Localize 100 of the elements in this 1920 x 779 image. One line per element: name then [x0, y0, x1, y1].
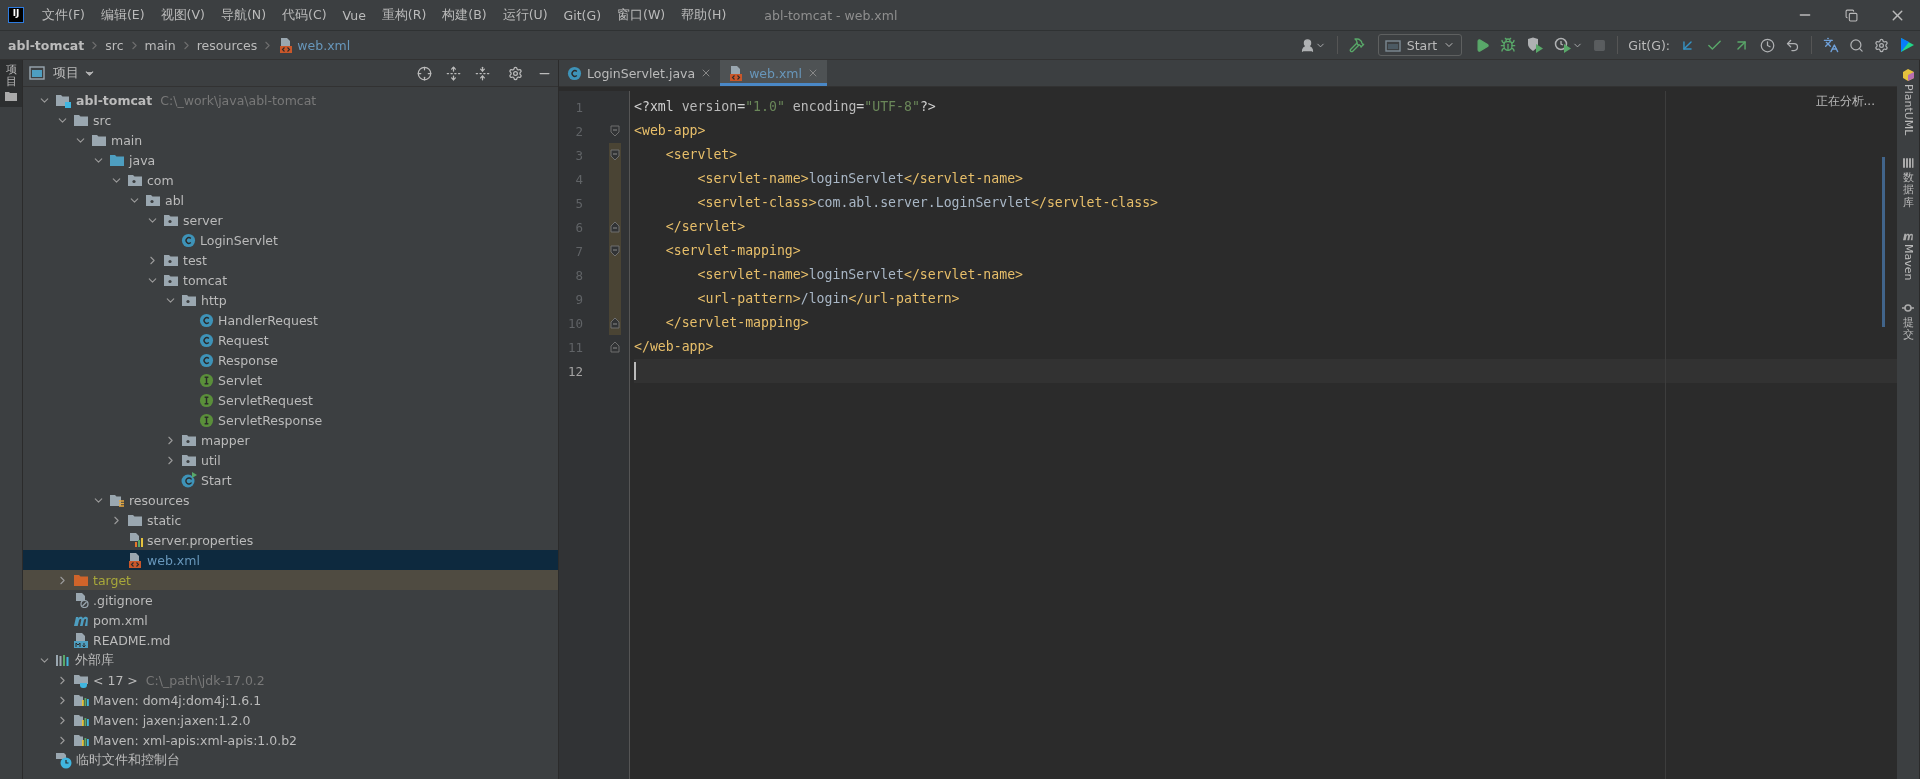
menu-item[interactable]: 编辑(E) — [92, 6, 153, 24]
package-icon — [181, 293, 197, 307]
tree-item[interactable]: Request — [23, 330, 558, 350]
tree-label: com — [147, 172, 174, 188]
fold-icon[interactable] — [610, 245, 620, 257]
tool-window-tab[interactable]: Maven — [1897, 222, 1919, 295]
breadcrumb-item[interactable]: web.xml — [278, 37, 351, 53]
scratch-icon — [55, 751, 72, 769]
breadcrumb-item[interactable]: src — [105, 37, 124, 53]
package-icon — [145, 193, 161, 207]
tree-item[interactable]: ServletRequest — [23, 390, 558, 410]
breadcrumb-item[interactable]: abl-tomcat — [8, 37, 85, 53]
tree-item[interactable]: java — [23, 150, 558, 170]
breadcrumb-item[interactable]: resources — [196, 37, 258, 53]
sdk-folder-icon — [73, 672, 89, 688]
tree-item[interactable]: Maven: jaxen:jaxen:1.2.0 — [23, 710, 558, 730]
tree-item[interactable]: mapper — [23, 430, 558, 450]
tree-item[interactable]: LoginServlet — [23, 230, 558, 250]
fold-end-icon[interactable] — [610, 317, 620, 329]
tool-window-tab[interactable]: 项目 — [0, 60, 22, 108]
tree-item[interactable]: resources — [23, 490, 558, 510]
run-config-dropdown[interactable]: Start — [1377, 34, 1463, 56]
tree-item[interactable]: 临时文件和控制台 — [23, 750, 558, 770]
tree-item[interactable]: test — [23, 250, 558, 270]
menu-item[interactable]: 视图(V) — [152, 6, 213, 24]
interface-icon — [199, 412, 214, 428]
tree-item[interactable]: abl-tomcat C:\_work\java\abl-tomcat — [23, 90, 558, 110]
tree-item[interactable]: .gitignore — [23, 590, 558, 610]
folder-icon — [91, 133, 107, 147]
menu-item[interactable]: 重构(R) — [373, 6, 435, 24]
tree-item[interactable]: util — [23, 450, 558, 470]
tree-label: mapper — [201, 432, 250, 448]
markdown-file-icon — [73, 632, 89, 648]
tree-item[interactable]: tomcat — [23, 270, 558, 290]
fold-icon[interactable] — [610, 125, 620, 137]
fold-end-icon[interactable] — [610, 221, 620, 233]
menu-item[interactable]: 代码(C) — [274, 6, 335, 24]
folder-icon — [73, 113, 89, 127]
tree-item[interactable]: 外部库 — [23, 650, 558, 670]
class-icon — [199, 352, 214, 368]
breadcrumb-item[interactable]: main — [144, 37, 176, 53]
code-line: </servlet> — [664, 218, 746, 236]
tree-item[interactable]: http — [23, 290, 558, 310]
tree-item[interactable]: Maven: dom4j:dom4j:1.6.1 — [23, 690, 558, 710]
tool-window-tab[interactable]: 数据库 — [1897, 149, 1919, 223]
tree-item[interactable]: abl — [23, 190, 558, 210]
tree-item[interactable]: pom.xml — [23, 610, 558, 630]
menu-item[interactable]: 构建(B) — [434, 6, 495, 24]
tree-label: 外部库 — [75, 651, 114, 669]
tree-item[interactable]: Start — [23, 470, 558, 490]
tree-label: Maven: xml-apis:xml-apis:1.0.b2 — [93, 732, 298, 748]
tree-item[interactable]: ServletResponse — [23, 410, 558, 430]
tree-item[interactable]: server.properties — [23, 530, 558, 550]
menu-item[interactable]: 帮助(H) — [673, 6, 735, 24]
menu-item[interactable]: Vue — [334, 7, 374, 23]
fold-end-icon[interactable] — [610, 341, 620, 353]
tree-item[interactable]: src — [23, 110, 558, 130]
tree-label: main — [111, 132, 143, 148]
folder-icon — [73, 573, 89, 587]
menu-item[interactable]: Git(G) — [555, 7, 610, 23]
package-icon — [163, 273, 179, 287]
tree-item[interactable]: server — [23, 210, 558, 230]
tree-item[interactable]: static — [23, 510, 558, 530]
class-icon — [199, 312, 214, 328]
menu-item[interactable]: 运行(U) — [494, 6, 556, 24]
tree-item[interactable]: Servlet — [23, 370, 558, 390]
tree-item[interactable]: Response — [23, 350, 558, 370]
tool-window-tab[interactable]: PlantUML — [1897, 60, 1919, 150]
tool-window-tab[interactable]: 提交 — [1897, 294, 1919, 356]
library-icon — [73, 693, 89, 707]
libraries-icon — [55, 653, 71, 667]
settings-icon[interactable] — [508, 65, 523, 81]
editor-tab[interactable]: LoginServlet.java — [559, 60, 721, 86]
fold-icon[interactable] — [610, 149, 620, 161]
panel-title: 项目 — [53, 64, 79, 82]
code-line: </servlet-mapping> — [664, 314, 809, 332]
tree-label: server.properties — [147, 532, 254, 548]
interface-icon — [199, 392, 214, 408]
tree-label: Maven: jaxen:jaxen:1.2.0 — [93, 712, 251, 728]
package-icon — [163, 253, 179, 267]
tree-item[interactable]: Maven: xml-apis:xml-apis:1.0.b2 — [23, 730, 558, 750]
code-line: <url-pattern>/login</url-pattern> — [696, 290, 960, 308]
restore-icon[interactable] — [1844, 8, 1858, 22]
tree-item[interactable]: README.md — [23, 630, 558, 650]
tree-item[interactable]: main — [23, 130, 558, 150]
menu-item[interactable]: 文件(F) — [34, 6, 93, 24]
menu-item[interactable]: 窗口(W) — [609, 6, 674, 24]
tree-item[interactable]: target — [23, 570, 558, 590]
expand-all-icon[interactable] — [446, 65, 461, 81]
tree-item[interactable]: web.xml — [23, 550, 558, 570]
locate-icon[interactable] — [417, 65, 432, 81]
tree-item[interactable]: com — [23, 170, 558, 190]
tree-label: README.md — [93, 632, 171, 648]
tree-item[interactable]: < 17 > C:\_path\jdk-17.0.2 — [23, 670, 558, 690]
tree-item[interactable]: HandlerRequest — [23, 310, 558, 330]
collapse-all-icon[interactable] — [475, 65, 490, 81]
code-line: <servlet-name>loginServlet</servlet-name> — [696, 170, 1024, 188]
code-line: <servlet-class>com.abl.server.LoginServlet</servlet-class> — [696, 194, 1159, 212]
menu-item[interactable]: 导航(N) — [212, 6, 275, 24]
tree-label: http — [201, 292, 227, 308]
